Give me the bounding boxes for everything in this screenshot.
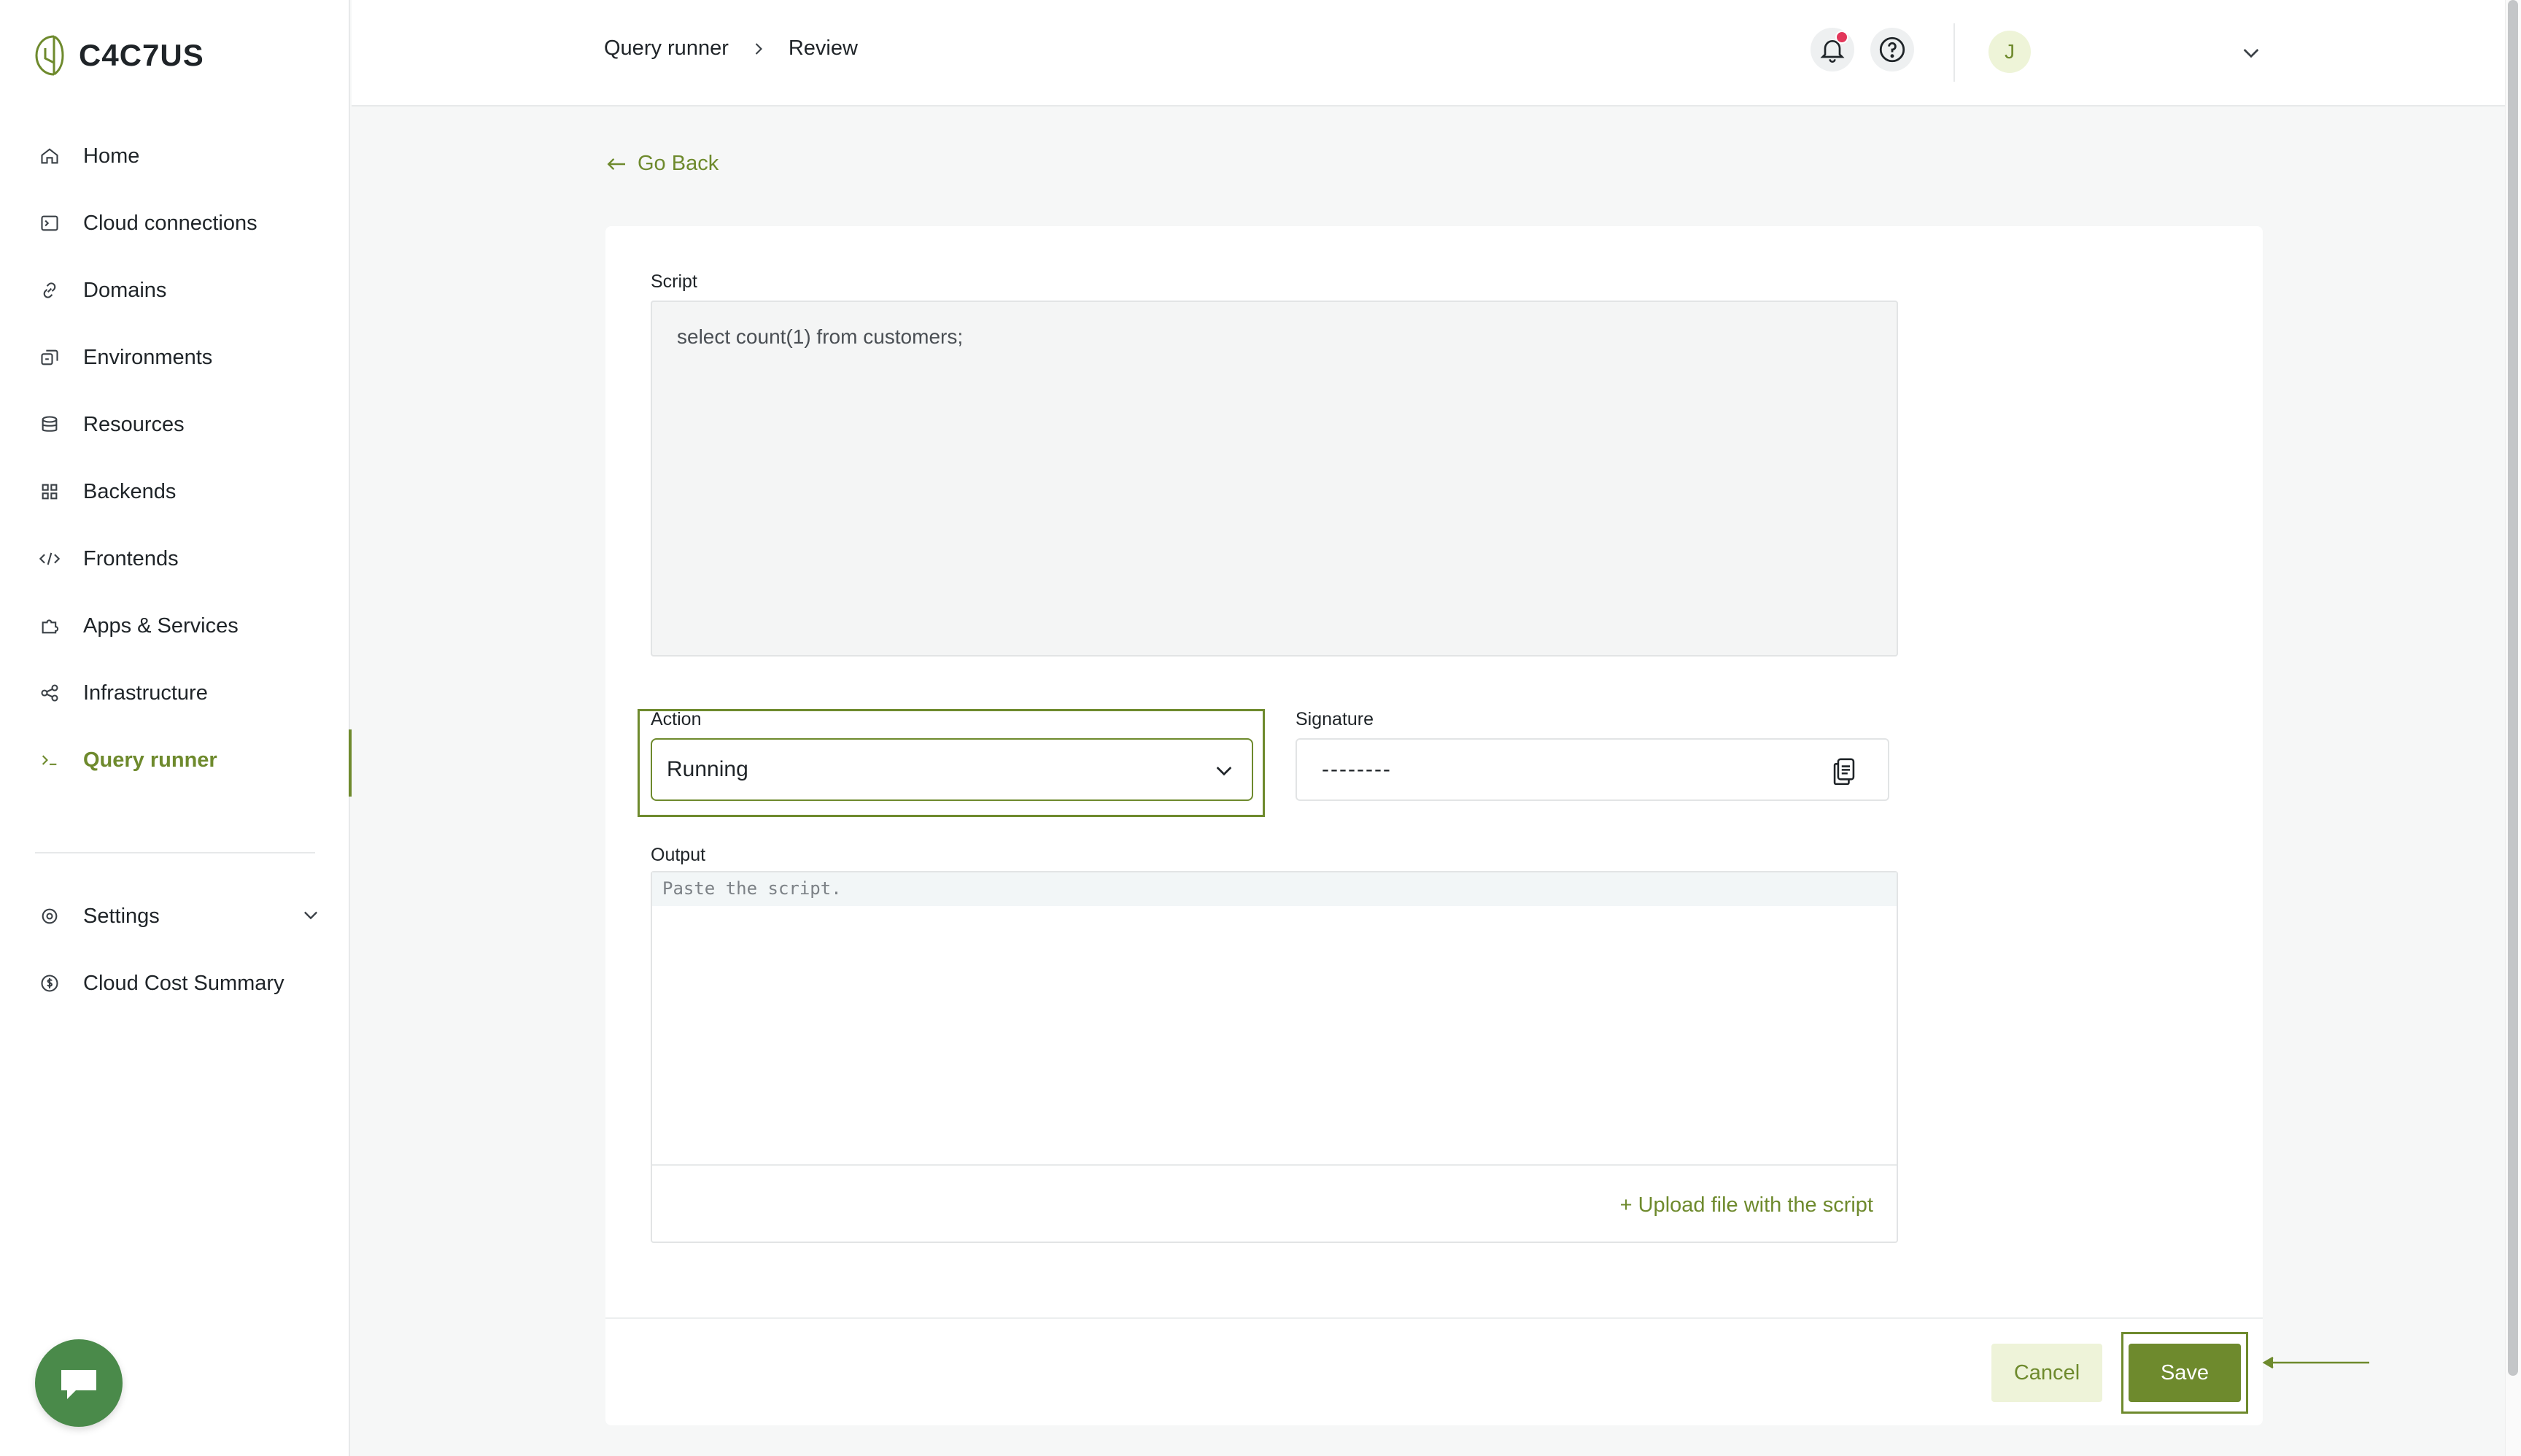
save-button[interactable]: Save xyxy=(2129,1344,2241,1402)
sidebar-item-label: Cloud Cost Summary xyxy=(83,971,284,995)
output-footer-divider xyxy=(652,1164,1897,1166)
review-card: Script select count(1) from customers; A… xyxy=(605,226,2263,1425)
chevron-down-icon[interactable] xyxy=(301,905,321,925)
sidebar-item-domains[interactable]: Domains xyxy=(0,257,350,324)
dollar-circle-icon xyxy=(38,972,61,995)
terminal-box-icon xyxy=(38,212,61,235)
sidebar-item-home[interactable]: Home xyxy=(0,123,350,190)
link-icon xyxy=(38,279,61,302)
environments-icon xyxy=(38,346,61,369)
sidebar-item-cloud-connections[interactable]: Cloud connections xyxy=(0,190,350,257)
puzzle-icon xyxy=(38,614,61,638)
sidebar-item-infrastructure[interactable]: Infrastructure xyxy=(0,659,350,727)
sidebar-item-resources[interactable]: Resources xyxy=(0,391,350,458)
share-nodes-icon xyxy=(38,681,61,705)
database-icon xyxy=(38,413,61,436)
scrollbar-thumb[interactable] xyxy=(2508,0,2518,1376)
script-label: Script xyxy=(651,271,697,292)
sidebar-divider xyxy=(35,852,315,853)
signature-label: Signature xyxy=(1296,709,1374,729)
chat-button[interactable] xyxy=(35,1339,123,1427)
breadcrumb: Query runner Review xyxy=(604,36,858,61)
go-back-link[interactable]: Go Back xyxy=(605,152,719,176)
sidebar-item-backends[interactable]: Backends xyxy=(0,458,350,525)
notifications-button[interactable] xyxy=(1811,28,1854,71)
prompt-icon xyxy=(38,748,61,772)
sidebar-item-label: Backends xyxy=(83,479,177,503)
action-select[interactable]: Running xyxy=(651,738,1253,801)
header-icons xyxy=(1811,28,1914,71)
card-footer-divider xyxy=(605,1317,2263,1319)
sidebar-item-environments[interactable]: Environments xyxy=(0,324,350,391)
script-value: select count(1) from customers; xyxy=(677,325,964,348)
header-separator xyxy=(1953,23,1955,82)
output-editor[interactable]: Paste the script. + Upload file with the… xyxy=(651,871,1898,1243)
signature-field[interactable]: -------- xyxy=(1296,738,1889,801)
sidebar-item-label: Apps & Services xyxy=(83,613,239,638)
top-header: Query runner Review J xyxy=(352,0,2521,107)
breadcrumb-item-query-runner[interactable]: Query runner xyxy=(604,36,729,61)
output-label: Output xyxy=(651,845,706,865)
gear-icon xyxy=(38,905,61,928)
sidebar-item-settings[interactable]: Settings xyxy=(0,883,350,950)
sidebar-item-label: Cloud connections xyxy=(83,211,257,235)
sidebar-item-label: Settings xyxy=(83,904,160,928)
pointer-arrow-icon xyxy=(2262,1356,2369,1369)
help-circle-icon xyxy=(1879,36,1905,63)
sidebar-item-label: Resources xyxy=(83,412,185,436)
upload-file-link[interactable]: + Upload file with the script xyxy=(1620,1193,1873,1217)
arrow-left-icon xyxy=(607,158,625,170)
help-button[interactable] xyxy=(1870,28,1914,71)
sidebar-item-label: Environments xyxy=(83,345,213,369)
chevron-down-icon xyxy=(1216,767,1232,776)
cactus-logo-icon xyxy=(35,35,64,76)
brand-name: C4C7US xyxy=(79,38,204,72)
signature-value: -------- xyxy=(1322,757,1392,781)
sidebar-item-frontends[interactable]: Frontends xyxy=(0,525,350,592)
sidebar-bottom-nav: Settings Cloud Cost Summary xyxy=(0,883,350,1017)
output-placeholder: Paste the script. xyxy=(662,878,842,899)
sidebar-item-query-runner[interactable]: Query runner xyxy=(0,727,352,797)
copy-icon[interactable] xyxy=(1829,756,1859,786)
sidebar-item-label: Home xyxy=(83,144,140,168)
sidebar-item-label: Frontends xyxy=(83,546,179,570)
cancel-button[interactable]: Cancel xyxy=(1991,1344,2102,1402)
sidebar-nav: Home Cloud connections Domains Environme… xyxy=(0,123,352,797)
sidebar-item-label: Infrastructure xyxy=(83,681,208,705)
brand-logo[interactable]: C4C7US xyxy=(34,32,204,79)
breadcrumb-item-review: Review xyxy=(788,36,858,60)
user-menu-chevron-icon[interactable] xyxy=(2239,41,2263,64)
home-icon xyxy=(38,144,61,168)
chat-bubble-icon xyxy=(61,1370,96,1399)
action-selected-value: Running xyxy=(667,757,748,781)
sidebar: C4C7US Home Cloud connections Domains En… xyxy=(0,0,352,1456)
sidebar-item-label: Query runner xyxy=(83,748,217,772)
sidebar-item-cloud-cost-summary[interactable]: Cloud Cost Summary xyxy=(0,950,350,1017)
page-scrollbar[interactable] xyxy=(2505,0,2521,1456)
sidebar-item-apps-services[interactable]: Apps & Services xyxy=(0,592,350,659)
script-textarea[interactable]: select count(1) from customers; xyxy=(651,301,1898,657)
go-back-label: Go Back xyxy=(638,152,719,175)
chevron-right-icon xyxy=(755,42,762,55)
sidebar-item-label: Domains xyxy=(83,278,167,302)
code-icon xyxy=(38,547,61,570)
notification-dot xyxy=(1835,31,1848,44)
avatar[interactable]: J xyxy=(1988,31,2031,73)
action-label: Action xyxy=(651,709,702,729)
grid-icon xyxy=(38,480,61,503)
